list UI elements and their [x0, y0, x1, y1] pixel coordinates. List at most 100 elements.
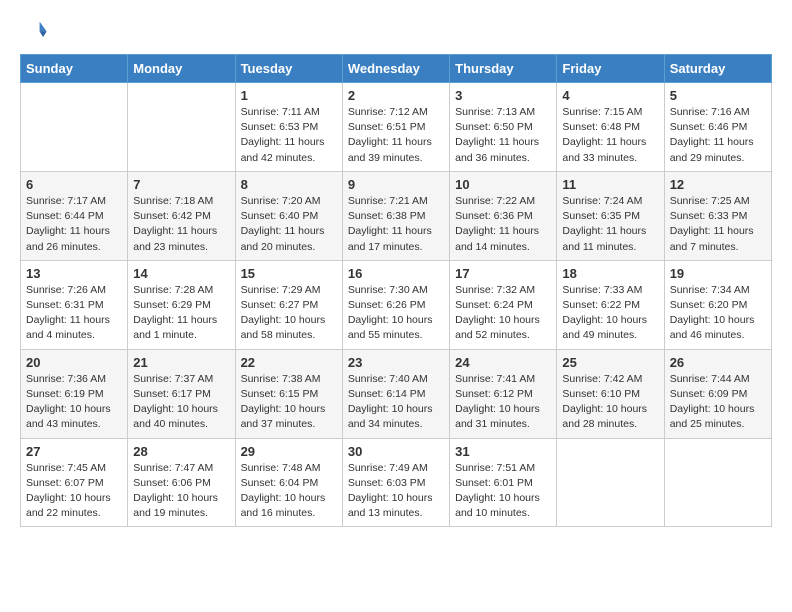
day-info: Sunrise: 7:13 AMSunset: 6:50 PMDaylight:… [455, 105, 551, 166]
day-number: 6 [26, 177, 122, 192]
day-number: 19 [670, 266, 766, 281]
day-number: 4 [562, 88, 658, 103]
calendar-cell: 6 Sunrise: 7:17 AMSunset: 6:44 PMDaylight… [21, 171, 128, 260]
day-info: Sunrise: 7:21 AMSunset: 6:38 PMDaylight:… [348, 194, 444, 255]
calendar-cell: 29Sunrise: 7:48 AMSunset: 6:04 PMDayligh… [235, 438, 342, 527]
calendar-cell: 4 Sunrise: 7:15 AMSunset: 6:48 PMDaylight… [557, 83, 664, 172]
day-info: Sunrise: 7:38 AMSunset: 6:15 PMDaylight:… [241, 372, 337, 433]
calendar-cell: 9Sunrise: 7:21 AMSunset: 6:38 PMDaylight… [342, 171, 449, 260]
page: SundayMondayTuesdayWednesdayThursdayFrid… [0, 0, 792, 543]
calendar-cell: 24 Sunrise: 7:41 AMSunset: 6:12 PMDayligh… [450, 349, 557, 438]
calendar-cell: 17 Sunrise: 7:32 AMSunset: 6:24 PMDayligh… [450, 260, 557, 349]
calendar-cell: 5 Sunrise: 7:16 AMSunset: 6:46 PMDaylight… [664, 83, 771, 172]
col-header-monday: Monday [128, 55, 235, 83]
calendar-cell: 7 Sunrise: 7:18 AMSunset: 6:42 PMDaylight… [128, 171, 235, 260]
calendar-cell: 13 Sunrise: 7:26 AMSunset: 6:31 PMDayligh… [21, 260, 128, 349]
calendar-cell [128, 83, 235, 172]
day-info: Sunrise: 7:29 AMSunset: 6:27 PMDaylight:… [241, 283, 337, 344]
day-number: 24 [455, 355, 551, 370]
col-header-friday: Friday [557, 55, 664, 83]
col-header-tuesday: Tuesday [235, 55, 342, 83]
day-info: Sunrise: 7:45 AMSunset: 6:07 PMDaylight:… [26, 461, 122, 522]
day-number: 12 [670, 177, 766, 192]
calendar-cell: 8 Sunrise: 7:20 AMSunset: 6:40 PMDaylight… [235, 171, 342, 260]
day-info: Sunrise: 7:24 AMSunset: 6:35 PMDaylight:… [562, 194, 658, 255]
day-number: 10 [455, 177, 551, 192]
day-info: Sunrise: 7:47 AMSunset: 6:06 PMDaylight:… [133, 461, 229, 522]
day-info: Sunrise: 7:44 AMSunset: 6:09 PMDaylight:… [670, 372, 766, 433]
calendar-cell: 20 Sunrise: 7:36 AMSunset: 6:19 PMDayligh… [21, 349, 128, 438]
col-header-saturday: Saturday [664, 55, 771, 83]
day-info: Sunrise: 7:26 AMSunset: 6:31 PMDaylight:… [26, 283, 122, 344]
day-info: Sunrise: 7:28 AMSunset: 6:29 PMDaylight:… [133, 283, 229, 344]
logo-icon [20, 16, 48, 44]
day-info: Sunrise: 7:42 AMSunset: 6:10 PMDaylight:… [562, 372, 658, 433]
day-number: 31 [455, 444, 551, 459]
day-info: Sunrise: 7:17 AMSunset: 6:44 PMDaylight:… [26, 194, 122, 255]
day-info: Sunrise: 7:33 AMSunset: 6:22 PMDaylight:… [562, 283, 658, 344]
calendar-week-3: 13 Sunrise: 7:26 AMSunset: 6:31 PMDayligh… [21, 260, 772, 349]
calendar-week-2: 6 Sunrise: 7:17 AMSunset: 6:44 PMDaylight… [21, 171, 772, 260]
day-info: Sunrise: 7:32 AMSunset: 6:24 PMDaylight:… [455, 283, 551, 344]
day-info: Sunrise: 7:34 AMSunset: 6:20 PMDaylight:… [670, 283, 766, 344]
day-number: 17 [455, 266, 551, 281]
col-header-sunday: Sunday [21, 55, 128, 83]
day-number: 20 [26, 355, 122, 370]
calendar-cell: 3Sunrise: 7:13 AMSunset: 6:50 PMDaylight… [450, 83, 557, 172]
day-info: Sunrise: 7:30 AMSunset: 6:26 PMDaylight:… [348, 283, 444, 344]
day-info: Sunrise: 7:15 AMSunset: 6:48 PMDaylight:… [562, 105, 658, 166]
day-number: 15 [241, 266, 337, 281]
calendar-cell: 21Sunrise: 7:37 AMSunset: 6:17 PMDayligh… [128, 349, 235, 438]
col-header-thursday: Thursday [450, 55, 557, 83]
calendar-week-5: 27 Sunrise: 7:45 AMSunset: 6:07 PMDayligh… [21, 438, 772, 527]
day-number: 18 [562, 266, 658, 281]
day-number: 1 [241, 88, 337, 103]
day-info: Sunrise: 7:22 AMSunset: 6:36 PMDaylight:… [455, 194, 551, 255]
calendar-cell: 28 Sunrise: 7:47 AMSunset: 6:06 PMDayligh… [128, 438, 235, 527]
day-info: Sunrise: 7:49 AMSunset: 6:03 PMDaylight:… [348, 461, 444, 522]
calendar-cell: 26Sunrise: 7:44 AMSunset: 6:09 PMDayligh… [664, 349, 771, 438]
day-number: 8 [241, 177, 337, 192]
day-number: 23 [348, 355, 444, 370]
calendar-cell: 16Sunrise: 7:30 AMSunset: 6:26 PMDayligh… [342, 260, 449, 349]
day-number: 22 [241, 355, 337, 370]
calendar-cell: 31Sunrise: 7:51 AMSunset: 6:01 PMDayligh… [450, 438, 557, 527]
day-info: Sunrise: 7:25 AMSunset: 6:33 PMDaylight:… [670, 194, 766, 255]
day-info: Sunrise: 7:18 AMSunset: 6:42 PMDaylight:… [133, 194, 229, 255]
calendar-week-4: 20 Sunrise: 7:36 AMSunset: 6:19 PMDayligh… [21, 349, 772, 438]
calendar-cell: 2 Sunrise: 7:12 AMSunset: 6:51 PMDaylight… [342, 83, 449, 172]
calendar-cell: 15 Sunrise: 7:29 AMSunset: 6:27 PMDayligh… [235, 260, 342, 349]
col-header-wednesday: Wednesday [342, 55, 449, 83]
calendar-cell [557, 438, 664, 527]
day-info: Sunrise: 7:40 AMSunset: 6:14 PMDaylight:… [348, 372, 444, 433]
calendar-cell [21, 83, 128, 172]
day-info: Sunrise: 7:48 AMSunset: 6:04 PMDaylight:… [241, 461, 337, 522]
day-number: 11 [562, 177, 658, 192]
calendar-cell: 23 Sunrise: 7:40 AMSunset: 6:14 PMDayligh… [342, 349, 449, 438]
calendar-cell: 30 Sunrise: 7:49 AMSunset: 6:03 PMDayligh… [342, 438, 449, 527]
day-info: Sunrise: 7:12 AMSunset: 6:51 PMDaylight:… [348, 105, 444, 166]
day-number: 7 [133, 177, 229, 192]
calendar-cell: 12 Sunrise: 7:25 AMSunset: 6:33 PMDayligh… [664, 171, 771, 260]
calendar-cell: 18 Sunrise: 7:33 AMSunset: 6:22 PMDayligh… [557, 260, 664, 349]
day-info: Sunrise: 7:11 AMSunset: 6:53 PMDaylight:… [241, 105, 337, 166]
calendar-header-row: SundayMondayTuesdayWednesdayThursdayFrid… [21, 55, 772, 83]
calendar-cell [664, 438, 771, 527]
day-number: 27 [26, 444, 122, 459]
day-info: Sunrise: 7:36 AMSunset: 6:19 PMDaylight:… [26, 372, 122, 433]
day-info: Sunrise: 7:16 AMSunset: 6:46 PMDaylight:… [670, 105, 766, 166]
calendar-week-1: 1 Sunrise: 7:11 AMSunset: 6:53 PMDaylight… [21, 83, 772, 172]
day-number: 28 [133, 444, 229, 459]
day-number: 5 [670, 88, 766, 103]
calendar-cell: 22 Sunrise: 7:38 AMSunset: 6:15 PMDayligh… [235, 349, 342, 438]
day-number: 25 [562, 355, 658, 370]
day-number: 30 [348, 444, 444, 459]
day-info: Sunrise: 7:41 AMSunset: 6:12 PMDaylight:… [455, 372, 551, 433]
calendar-cell: 11 Sunrise: 7:24 AMSunset: 6:35 PMDayligh… [557, 171, 664, 260]
day-number: 14 [133, 266, 229, 281]
day-number: 2 [348, 88, 444, 103]
day-info: Sunrise: 7:37 AMSunset: 6:17 PMDaylight:… [133, 372, 229, 433]
day-info: Sunrise: 7:20 AMSunset: 6:40 PMDaylight:… [241, 194, 337, 255]
calendar-table: SundayMondayTuesdayWednesdayThursdayFrid… [20, 54, 772, 527]
day-number: 13 [26, 266, 122, 281]
